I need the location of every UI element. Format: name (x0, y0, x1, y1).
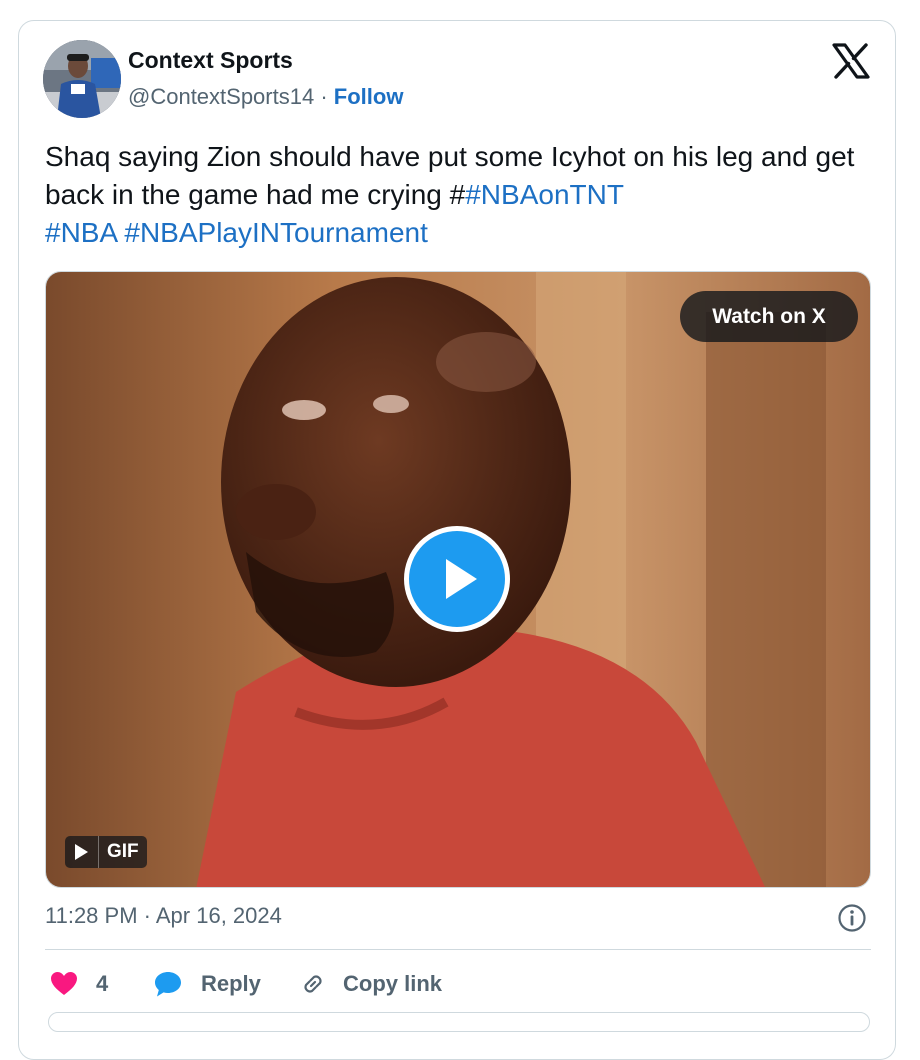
read-replies-button[interactable] (48, 1012, 870, 1032)
play-small-icon (75, 844, 88, 860)
copy-link-button[interactable]: Copy link (298, 964, 458, 1004)
gif-badge: GIF (65, 836, 147, 868)
hashtag-nbaontnt[interactable]: #NBAonTNT (465, 179, 624, 210)
follow-link[interactable]: Follow (334, 84, 404, 109)
divider (45, 949, 871, 950)
copy-link-label: Copy link (343, 971, 443, 996)
hashtag-nba[interactable]: #NBA (45, 217, 117, 248)
play-icon (446, 559, 477, 599)
avatar[interactable] (43, 40, 121, 118)
author-handle[interactable]: @ContextSports14 (128, 84, 314, 109)
heart-icon (51, 972, 77, 995)
like-count: 4 (96, 971, 109, 996)
play-button[interactable] (404, 526, 510, 632)
gif-label: GIF (107, 841, 139, 862)
link-icon (304, 975, 322, 993)
action-bar: 4 Reply Copy link (45, 964, 871, 1004)
author-name[interactable]: Context Sports (128, 47, 293, 74)
hashtag-nbaplayintournament[interactable]: #NBAPlayINTournament (124, 217, 427, 248)
like-button[interactable]: 4 (50, 964, 130, 1004)
reply-label: Reply (201, 971, 261, 996)
badge-divider (98, 836, 99, 868)
x-logo-icon[interactable] (832, 43, 870, 79)
info-icon[interactable] (837, 903, 867, 933)
watch-on-x-button[interactable]: Watch on X (680, 291, 858, 342)
timestamp[interactable]: 11:28 PM · Apr 16, 2024 (45, 903, 282, 929)
tweet-text: Shaq saying Zion should have put some Ic… (45, 138, 875, 252)
handle-separator: · (314, 84, 334, 109)
reply-button[interactable]: Reply (153, 964, 273, 1004)
tweet-body: Shaq saying Zion should have put some Ic… (45, 141, 855, 210)
speech-bubble-icon (155, 972, 181, 997)
handle-row: @ContextSports14 · Follow (128, 84, 403, 110)
